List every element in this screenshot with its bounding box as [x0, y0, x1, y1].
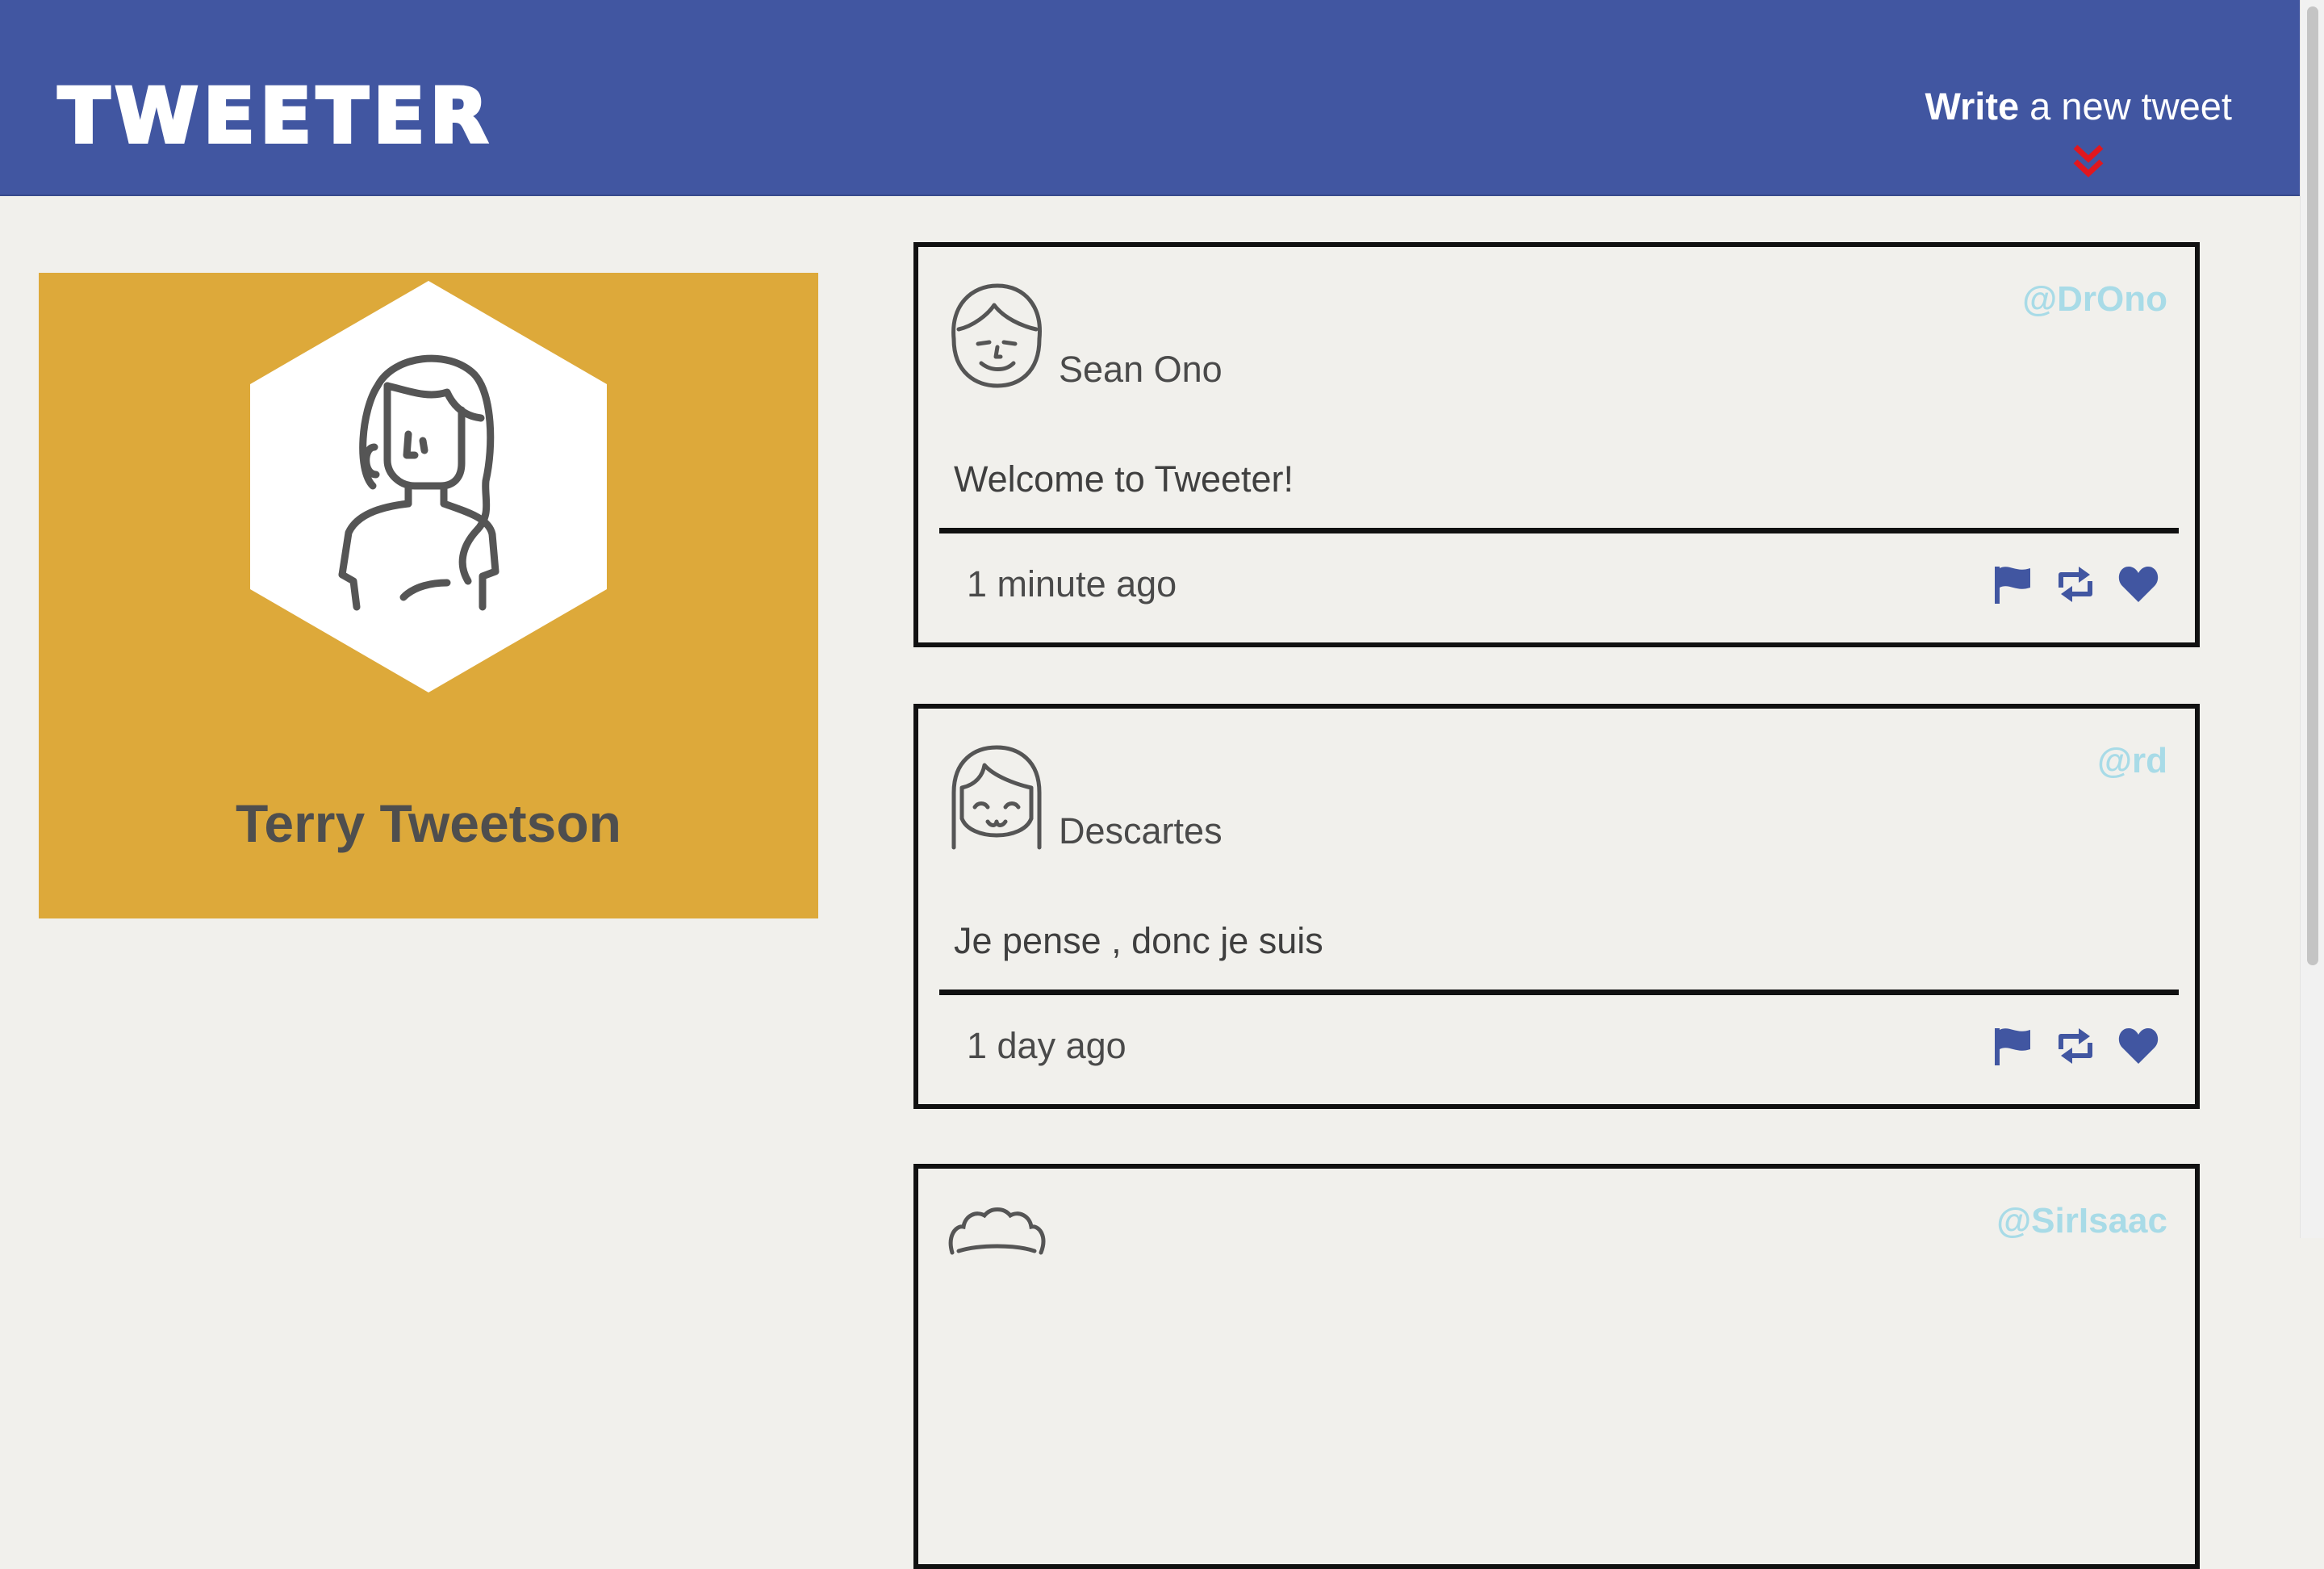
tweet-author-handle[interactable]: @rd: [2097, 741, 2167, 781]
profile-name: Terry Tweetson: [235, 793, 622, 853]
compose-link-text: a new tweet: [2019, 85, 2232, 128]
heart-icon[interactable]: [2117, 563, 2159, 605]
tweet-author-name: Descartes: [1059, 810, 1223, 851]
double-chevron-down-icon[interactable]: [2072, 144, 2105, 179]
girl-avatar-icon: [951, 745, 1042, 850]
scrollbar-thumb[interactable]: [2307, 6, 2318, 965]
flag-icon[interactable]: [1992, 563, 2034, 605]
man-avatar-icon: [951, 283, 1042, 388]
page-scrollbar[interactable]: [2300, 0, 2324, 1238]
heart-icon[interactable]: [2117, 1025, 2159, 1067]
tweet-timestamp: 1 day ago: [967, 1025, 1126, 1066]
tweet-content: Je pense , donc je suis: [954, 920, 1323, 961]
compose-tweet-link[interactable]: Write a new tweet: [1812, 84, 2232, 128]
retweet-icon[interactable]: [2054, 563, 2096, 605]
tweet-divider: [939, 528, 2179, 533]
tweet-card: Sean Ono @DrOno Welcome to Tweeter! 1 mi…: [913, 242, 2200, 647]
tweet-content: Welcome to Tweeter!: [954, 458, 1294, 500]
brand-logo[interactable]: TWEETER: [56, 77, 493, 157]
compose-link-bold: Write: [1925, 85, 2020, 128]
tweet-divider: [939, 990, 2179, 995]
tweet-actions: [1992, 1025, 2159, 1067]
tweet-timestamp: 1 minute ago: [967, 563, 1177, 605]
curly-hair-avatar-icon: [948, 1207, 1046, 1255]
tweet-card: Descartes @rd Je pense , donc je suis 1 …: [913, 704, 2200, 1109]
tweet-author-handle[interactable]: @SirIsaac: [1996, 1201, 2167, 1241]
tweet-author-handle[interactable]: @DrOno: [2022, 279, 2167, 320]
flag-icon[interactable]: [1992, 1025, 2034, 1067]
navbar: TWEETER Write a new tweet: [0, 0, 2300, 196]
tweet-actions: [1992, 563, 2159, 605]
woman-avatar-icon: [250, 281, 607, 692]
retweet-icon[interactable]: [2054, 1025, 2096, 1067]
tweet-author-name: Sean Ono: [1059, 349, 1223, 390]
tweet-card: @SirIsaac: [913, 1164, 2200, 1569]
profile-card: Terry Tweetson: [39, 273, 818, 918]
